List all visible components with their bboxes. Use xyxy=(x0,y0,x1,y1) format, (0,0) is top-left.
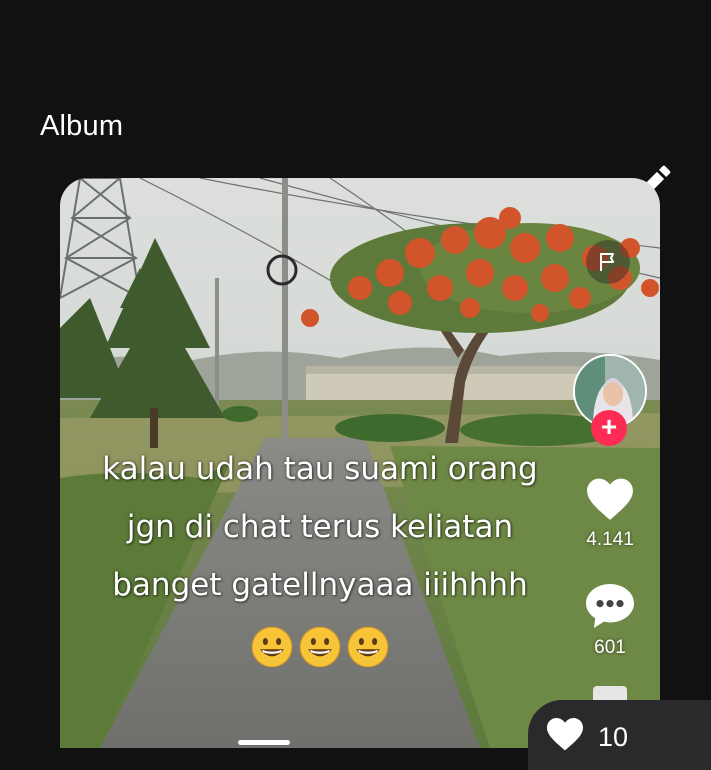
liked-count-pill[interactable]: 10 xyxy=(528,700,711,770)
grinning-face-emoji-icon xyxy=(347,626,389,667)
flag-icon xyxy=(600,253,614,271)
follow-button[interactable]: + xyxy=(591,410,627,446)
report-flag-button[interactable] xyxy=(586,240,630,284)
comment-bubble-icon xyxy=(586,584,634,628)
caption-emoji-row xyxy=(250,625,390,669)
caption-line: kalau udah tau suami orang xyxy=(102,451,538,487)
album-title: Album xyxy=(40,110,124,142)
grinning-face-emoji-icon xyxy=(299,626,341,667)
comment-count: 601 xyxy=(594,637,626,658)
grinning-face-emoji-icon xyxy=(251,626,293,667)
video-thumbnail[interactable]: kalau udah tau suami orang jgn di chat t… xyxy=(60,178,660,748)
heart-icon xyxy=(547,717,583,751)
caption-line: banget gatellnyaaa iiihhhh xyxy=(112,567,528,603)
liked-count: 10 xyxy=(598,722,629,752)
video-caption: kalau udah tau suami orang jgn di chat t… xyxy=(82,440,558,672)
heart-icon xyxy=(587,478,633,520)
like-action[interactable]: 4.141 xyxy=(570,476,650,551)
home-indicator xyxy=(238,740,290,745)
comment-action[interactable]: 601 xyxy=(570,582,650,659)
caption-line: jgn di chat terus keliatan xyxy=(126,509,514,545)
like-count: 4.141 xyxy=(586,529,634,550)
